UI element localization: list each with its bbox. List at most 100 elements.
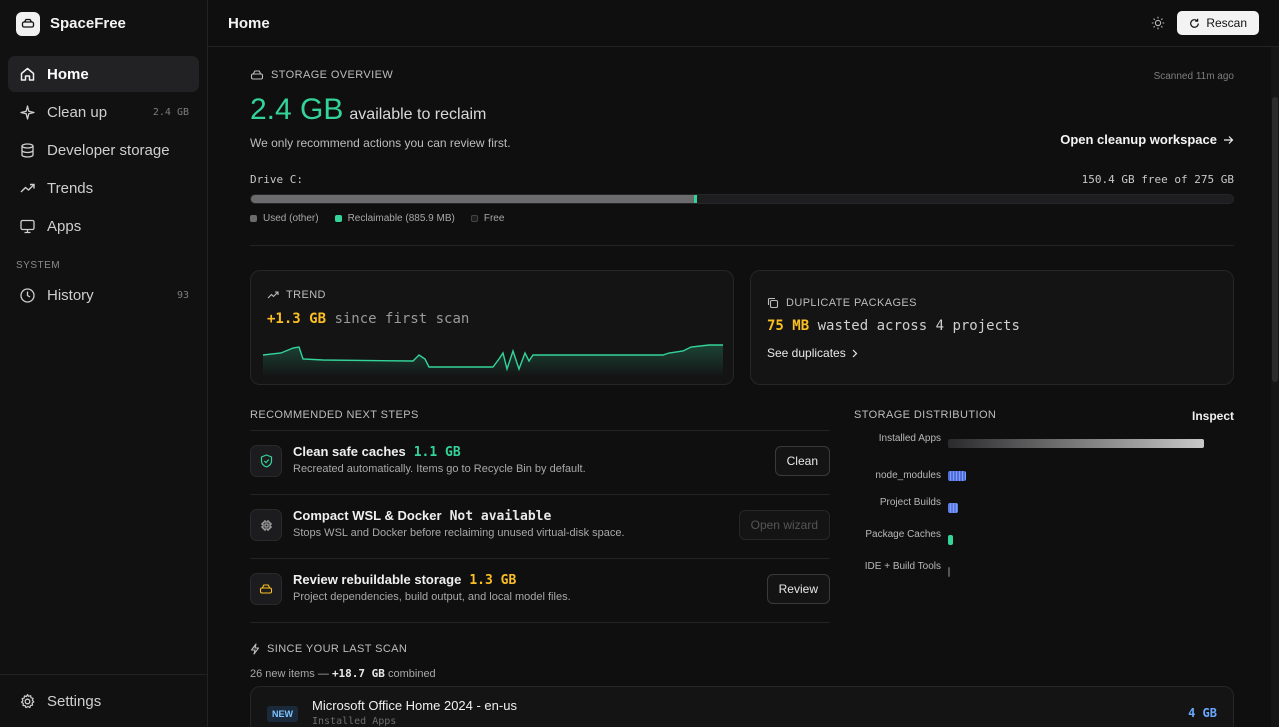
legend-reclaimable: Reclaimable (885.9 MB) (334, 213, 455, 224)
distribution-bar (948, 471, 966, 481)
sidebar-item-trends[interactable]: Trends (8, 170, 199, 206)
sun-icon[interactable] (1151, 16, 1165, 30)
sidebar-item-label: Trends (47, 179, 94, 197)
trend-sparkline (263, 344, 723, 377)
distribution-row[interactable]: node_modules (854, 469, 1234, 493)
step-size: 1.1 GB (413, 445, 461, 460)
distribution-bar (948, 439, 1204, 448)
duplicates-value: 75 MB (767, 318, 810, 334)
sidebar-item-settings[interactable]: Settings (8, 683, 199, 719)
step-clean-safe-caches: Clean safe caches 1.1 GB Recreated automa… (250, 431, 830, 495)
item-size: 4 GB (1188, 706, 1217, 720)
list-item[interactable]: NEW Microsoft Office Home 2024 - en-us I… (250, 686, 1234, 727)
sidebar-item-badge: 93 (176, 289, 189, 301)
section-title: SINCE YOUR LAST SCAN (267, 643, 408, 655)
sidebar-item-label: Settings (47, 692, 102, 710)
sidebar-item-home[interactable]: Home (8, 56, 199, 92)
sidebar-item-apps[interactable]: Apps (8, 208, 199, 244)
brand: SpaceFree (0, 0, 207, 47)
distribution-label: Package Caches (865, 529, 941, 540)
reclaim-summary: 2.4 GB available to reclaim (250, 93, 486, 127)
overview-subtitle: We only recommend actions you can review… (250, 136, 511, 150)
recommended-heading: RECOMMENDED NEXT STEPS (250, 409, 830, 431)
distribution-bar (948, 567, 950, 577)
combined-value: +18.7 GB (331, 667, 385, 680)
new-badge: NEW (267, 706, 298, 722)
drive-icon (250, 573, 282, 605)
scrollbar-thumb[interactable] (1272, 97, 1278, 382)
chevron-right-icon (851, 349, 859, 358)
distribution-bar (948, 535, 953, 545)
drive-label: Drive C: (250, 173, 303, 186)
history-icon (18, 286, 36, 304)
trend-icon (18, 179, 36, 197)
gear-icon (18, 692, 36, 710)
distribution-row[interactable]: IDE + Build Tools (854, 561, 1234, 589)
sidebar-item-developer-storage[interactable]: Developer storage (8, 132, 199, 168)
step-title: Clean safe caches 1.1 GB (293, 444, 461, 460)
item-name: Microsoft Office Home 2024 - en-us (312, 698, 517, 713)
divider (0, 674, 207, 675)
distribution-row[interactable]: Package Caches (854, 529, 1234, 557)
distribution-label: node_modules (875, 470, 941, 481)
step-title: Compact WSL & Docker Not available (293, 508, 552, 524)
open-cleanup-workspace-link[interactable]: Open cleanup workspace (1060, 132, 1234, 147)
refresh-icon (1189, 18, 1200, 29)
recommended-steps: RECOMMENDED NEXT STEPS Clean safe caches… (250, 409, 830, 623)
sidebar: SpaceFree Home Clean up 2.4 GB Developer… (0, 0, 208, 727)
drive-icon (250, 69, 264, 81)
drive-usage-bar (250, 194, 1234, 204)
since-heading: SINCE YOUR LAST SCAN (250, 643, 1234, 655)
clean-button[interactable]: Clean (774, 446, 830, 476)
drive-free: 150.4 GB free of 275 GB (1081, 173, 1234, 186)
step-title: Review rebuildable storage 1.3 GB (293, 572, 517, 588)
open-wizard-button[interactable]: Open wizard (738, 510, 830, 540)
sidebar-item-clean-up[interactable]: Clean up 2.4 GB (8, 94, 199, 130)
trend-value: +1.3 GB (267, 311, 327, 327)
scanned-time: Scanned 11m ago (1153, 71, 1234, 82)
section-title: STORAGE OVERVIEW (271, 69, 394, 81)
duplicates-summary: 75 MB wasted across 4 projects (767, 318, 1020, 334)
sidebar-nav: Home Clean up 2.4 GB Developer storage T… (0, 47, 207, 244)
trend-text: since first scan (334, 311, 470, 327)
link-label: Open cleanup workspace (1060, 132, 1217, 147)
step-compact-wsl-docker: Compact WSL & Docker Not available Stops … (250, 495, 830, 559)
storage-overview-heading: STORAGE OVERVIEW (250, 69, 1234, 81)
rescan-button[interactable]: Rescan (1177, 11, 1259, 35)
distribution-label: Project Builds (879, 497, 941, 508)
sidebar-item-label: History (47, 286, 94, 304)
scrollbar[interactable] (1271, 47, 1279, 727)
section-title: DUPLICATE PACKAGES (786, 297, 917, 309)
reclaim-text: available to reclaim (349, 106, 487, 123)
distribution-label: IDE + Build Tools (864, 561, 941, 572)
shield-icon (250, 445, 282, 477)
review-button[interactable]: Review (766, 574, 830, 604)
duplicate-packages-card[interactable]: DUPLICATE PACKAGES 75 MB wasted across 4… (750, 270, 1234, 385)
distribution-row[interactable]: Project Builds (854, 497, 1234, 525)
storage-distribution: STORAGE DISTRIBUTION Inspect Installed A… (854, 409, 1234, 577)
arrow-right-icon (1223, 135, 1234, 145)
duplicates-text: wasted across 4 projects (817, 318, 1020, 334)
trend-card[interactable]: TREND +1.3 GB since first scan (250, 270, 734, 385)
step-description: Recreated automatically. Items go to Rec… (293, 463, 586, 475)
inspect-link[interactable]: Inspect (1192, 409, 1234, 423)
main-panel: Home Rescan STORAGE OVERVIEW Scanned 11m… (208, 0, 1279, 727)
see-duplicates-link[interactable]: See duplicates (767, 346, 859, 360)
legend-free: Free (470, 213, 504, 224)
drive-legend: Used (other) Reclaimable (885.9 MB) Free (250, 213, 504, 224)
trend-heading: TREND (267, 289, 326, 301)
sidebar-item-label: Home (47, 65, 89, 83)
sidebar-item-history[interactable]: History 93 (8, 277, 199, 313)
step-review-rebuildable-storage: Review rebuildable storage 1.3 GB Project… (250, 559, 830, 623)
sidebar-item-label: Apps (47, 217, 82, 235)
page-title: Home (228, 14, 270, 32)
section-title: TREND (286, 289, 326, 301)
step-size: 1.3 GB (469, 573, 517, 588)
home-icon (18, 65, 36, 83)
topbar: Home Rescan (208, 0, 1279, 47)
sidebar-item-label: Clean up (47, 103, 108, 121)
distribution-row[interactable]: Installed Apps (854, 434, 1234, 461)
copy-icon (767, 297, 779, 309)
distribution-heading: STORAGE DISTRIBUTION (854, 409, 997, 421)
app-name: SpaceFree (50, 15, 126, 32)
